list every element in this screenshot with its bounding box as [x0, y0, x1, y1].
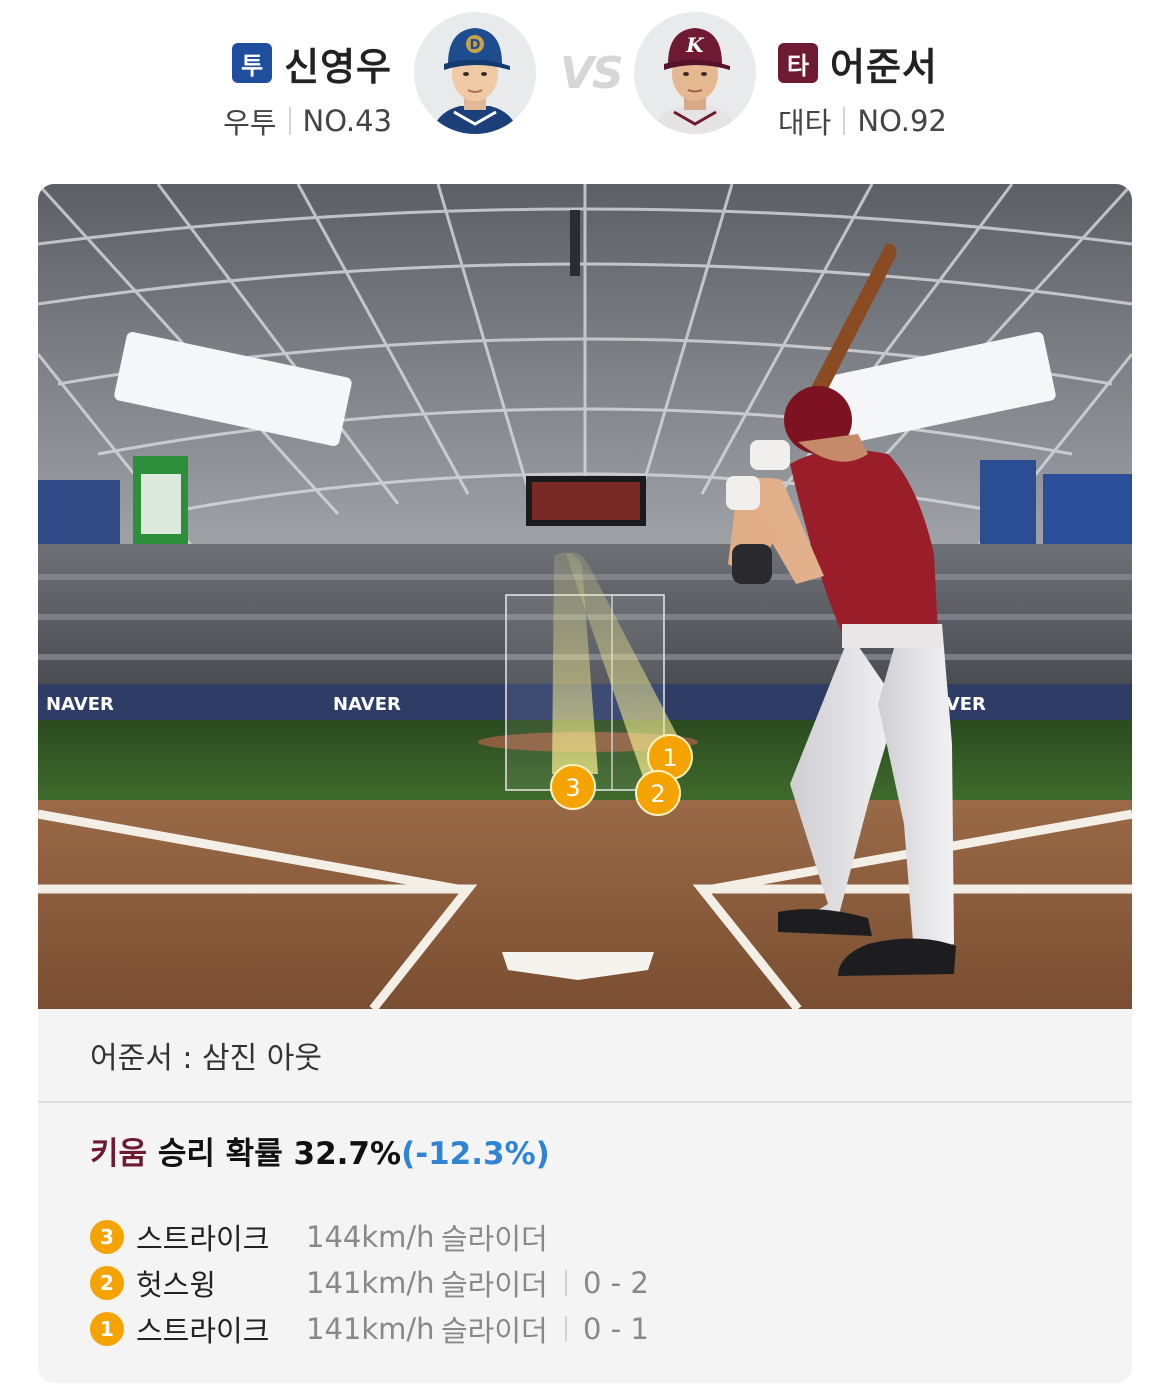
- pitch-result: 헛스윙: [136, 1268, 217, 1302]
- pitch-result: 스트라이크: [136, 1314, 270, 1348]
- svg-text:D: D: [470, 38, 481, 53]
- pitch-type: 슬라이더: [441, 1222, 548, 1256]
- sponsor-banner: NAVER: [333, 694, 401, 715]
- versus-label: VS: [560, 48, 624, 99]
- divider: [565, 1270, 567, 1296]
- divider: [565, 1316, 567, 1342]
- pitch-marker-3[interactable]: 3: [550, 764, 596, 810]
- stadium-scene: NAVER NAVER NAVER 1 2 3: [38, 184, 1132, 1009]
- pitch-marker-2[interactable]: 2: [635, 770, 681, 816]
- pitch-count: 0 - 2: [583, 1266, 649, 1300]
- pitcher-name: 신영우: [284, 44, 392, 89]
- pitch-speed: 141km/h: [306, 1266, 435, 1300]
- pitch-number-badge: 1: [90, 1312, 124, 1346]
- win-probability-delta: (-12.3%): [401, 1136, 550, 1172]
- batter-hand: 대타: [778, 106, 832, 140]
- batter-number: NO.92: [857, 104, 947, 138]
- svg-text:3: 3: [565, 774, 580, 802]
- pitch-type: 슬라이더: [441, 1314, 548, 1348]
- sponsor-banner: NAVER: [46, 694, 114, 715]
- win-probability-team: 키움: [90, 1136, 148, 1172]
- pitch-result: 스트라이크: [136, 1222, 270, 1256]
- pitcher-number: NO.43: [302, 104, 392, 138]
- pitch-row[interactable]: 2 헛스윙 141km/h 슬라이더 0 - 2: [90, 1260, 649, 1306]
- pitch-type: 슬라이더: [441, 1268, 548, 1302]
- pitcher-avatar[interactable]: D: [414, 12, 536, 134]
- pitch-number-badge: 2: [90, 1266, 124, 1300]
- win-probability-label: 승리 확률: [147, 1136, 294, 1172]
- matchup-header: 투 신영우 우투 NO.43 D VS K 타 어준서 대타 NO.92: [0, 0, 1170, 150]
- pitcher-info[interactable]: 투 신영우 우투 NO.43: [223, 38, 392, 142]
- pitch-number-badge: 3: [90, 1220, 124, 1254]
- pitch-list: 3 스트라이크 144km/h 슬라이더 2 헛스윙 141km/h 슬라이더 …: [90, 1214, 649, 1352]
- divider: [288, 107, 291, 135]
- pitch-speed: 141km/h: [306, 1312, 435, 1346]
- pitch-speed: 144km/h: [306, 1220, 435, 1254]
- svg-text:K: K: [685, 33, 705, 57]
- pitcher-hand: 우투: [223, 106, 277, 140]
- win-probability: 키움 승리 확률 32.7%(-12.3%): [90, 1128, 550, 1173]
- divider: [843, 107, 846, 135]
- batter-info[interactable]: 타 어준서 대타 NO.92: [778, 38, 947, 142]
- pitch-card: NAVER NAVER NAVER 1 2 3 어준서: 삼진 아웃 키움 승…: [38, 184, 1132, 1383]
- batter-role-badge: 타: [778, 43, 818, 83]
- pitch-row[interactable]: 1 스트라이크 141km/h 슬라이더 0 - 1: [90, 1306, 649, 1352]
- result-text: 어준서 : 삼진 아웃: [90, 1041, 322, 1076]
- at-bat-result: 어준서 : 삼진 아웃: [38, 1009, 1132, 1103]
- batter-name: 어준서: [830, 44, 938, 89]
- svg-text:1: 1: [662, 744, 677, 772]
- win-probability-value: 32.7%: [293, 1136, 402, 1172]
- svg-text:2: 2: [650, 780, 665, 808]
- pitch-count: 0 - 1: [583, 1312, 649, 1346]
- pitch-row[interactable]: 3 스트라이크 144km/h 슬라이더: [90, 1214, 649, 1260]
- pitcher-role-badge: 투: [232, 43, 273, 83]
- batter-avatar[interactable]: K: [634, 12, 756, 134]
